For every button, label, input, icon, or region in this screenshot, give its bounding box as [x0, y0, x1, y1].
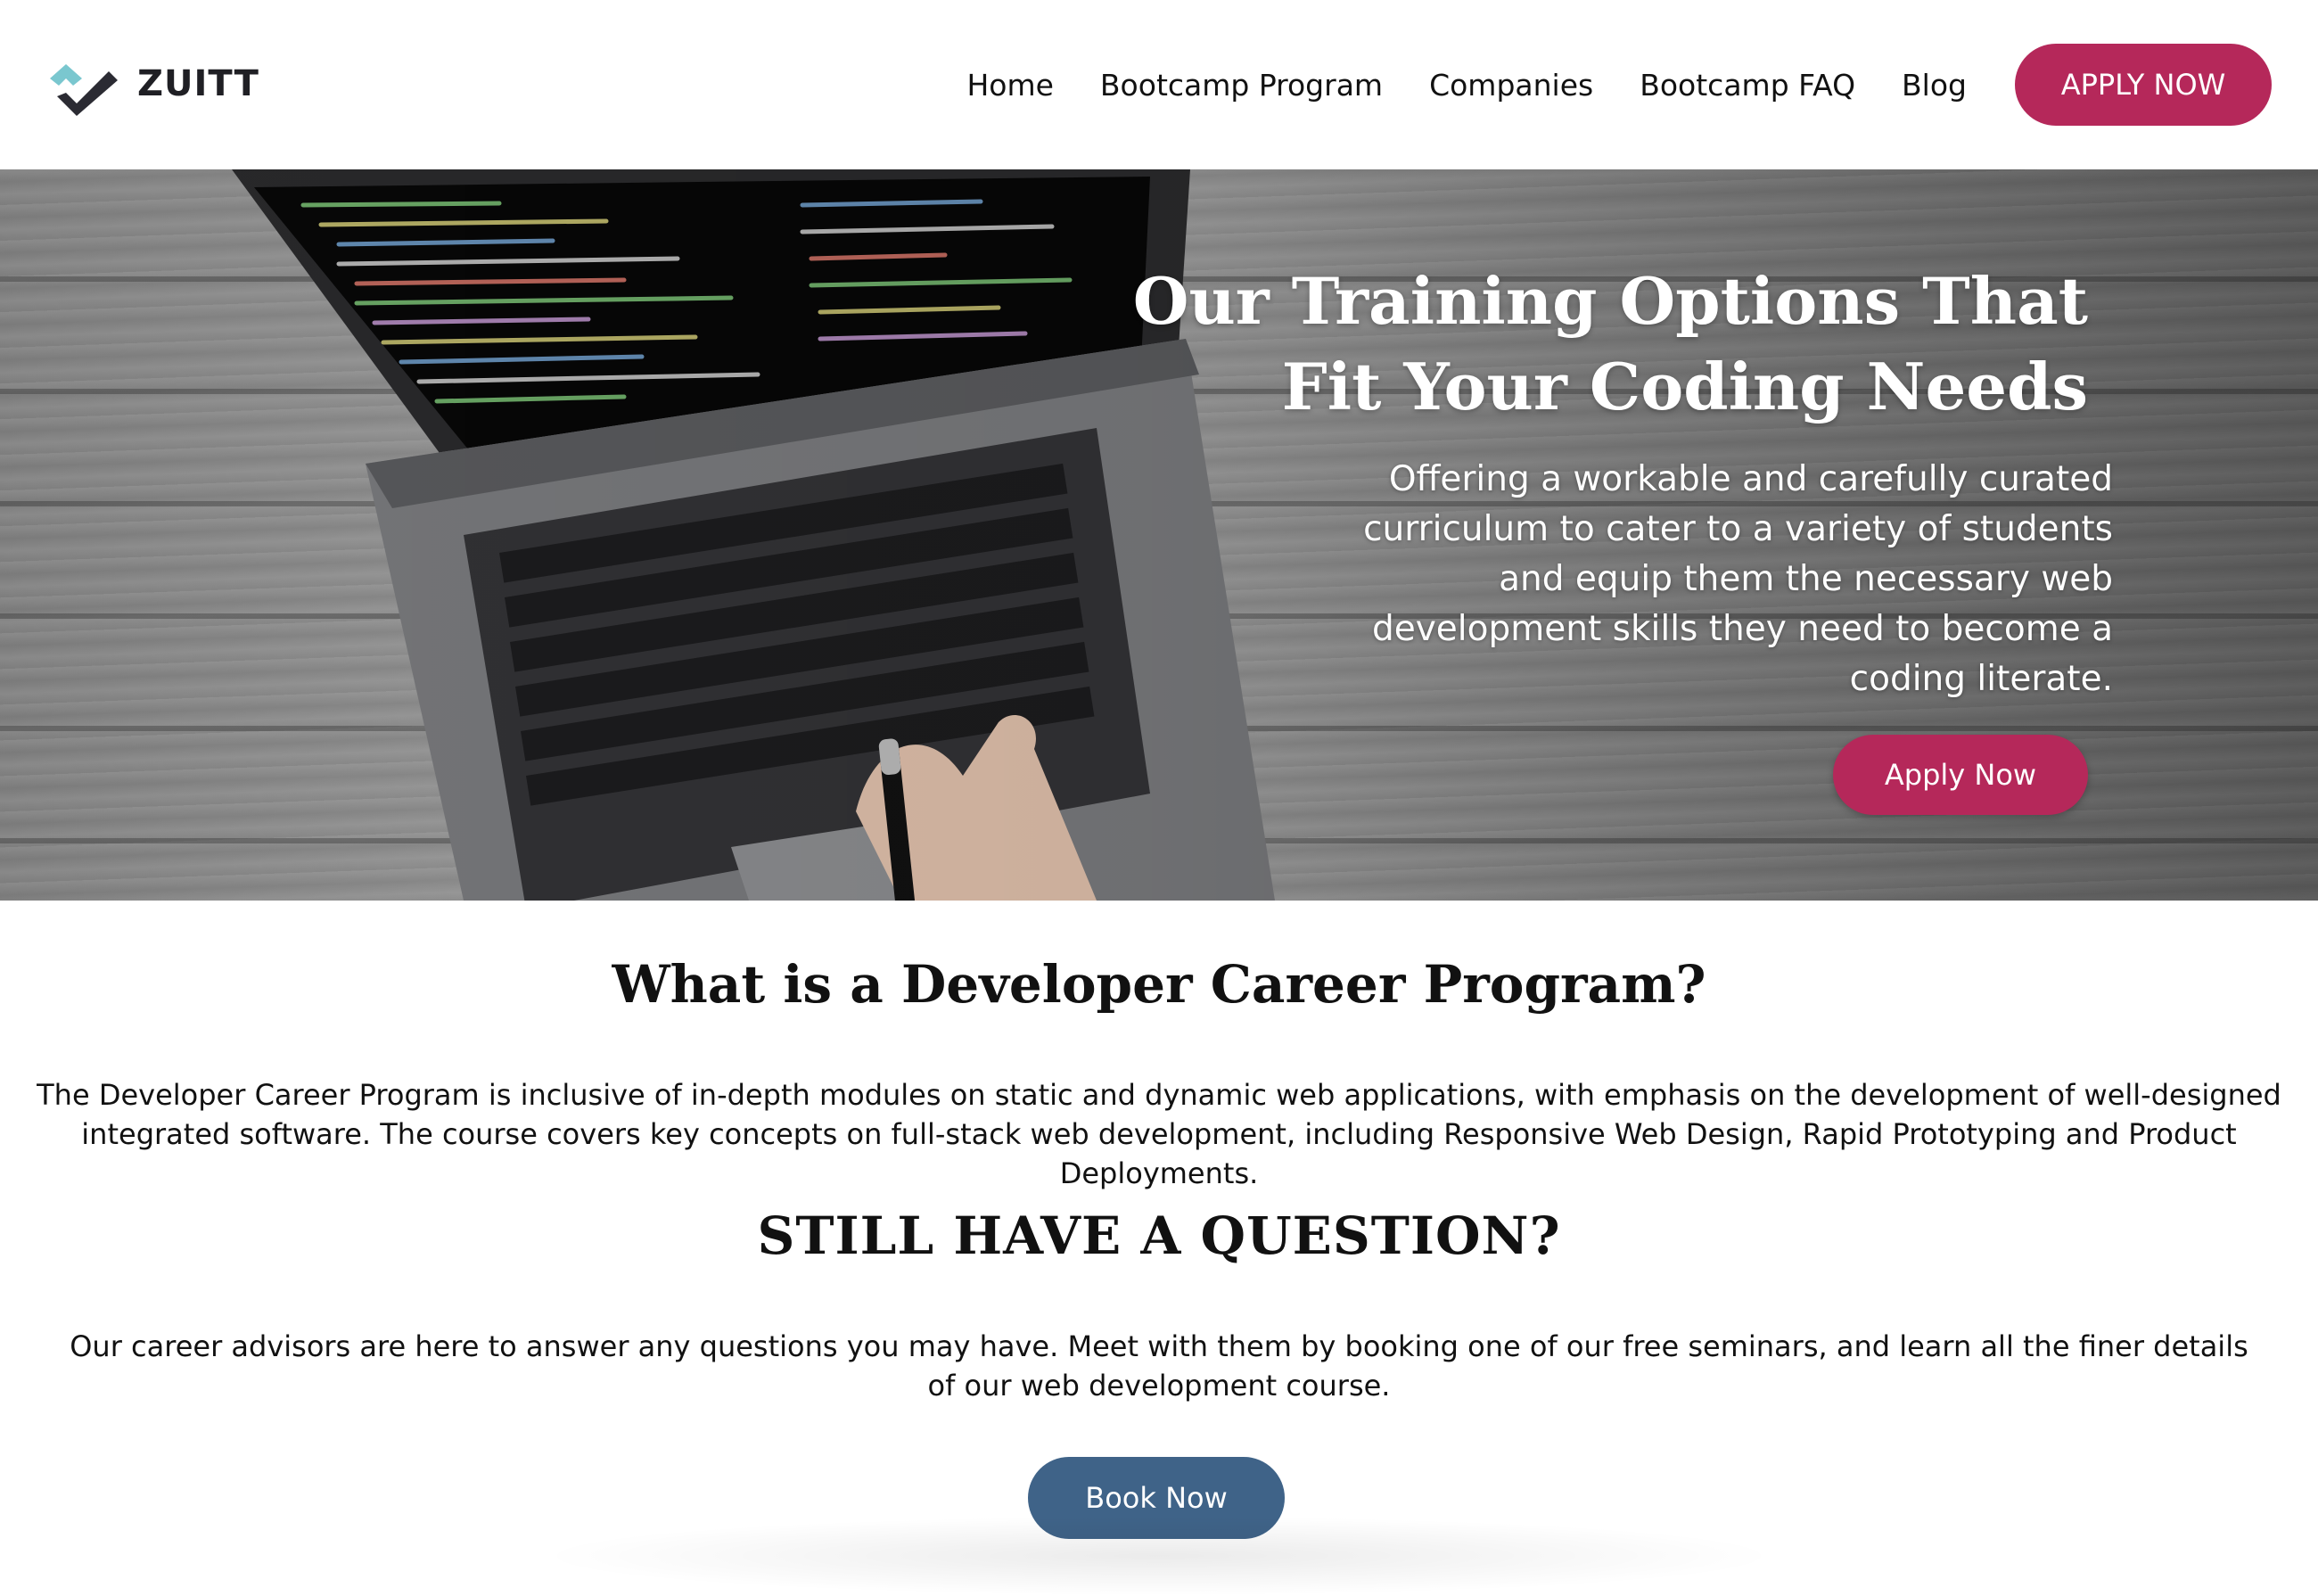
question-description: Our career advisors are here to answer a… [70, 1329, 2248, 1403]
footer-shadow [535, 1516, 1783, 1596]
nav-bootcamp-program[interactable]: Bootcamp Program [1100, 68, 1383, 103]
hero-title: Our Training Options That Fit Your Codin… [1107, 259, 2088, 430]
hero-apply-now-button[interactable]: Apply Now [1833, 735, 2088, 815]
nav-companies[interactable]: Companies [1429, 68, 1593, 103]
program-heading: What is a Developer Career Program? [612, 954, 1706, 1015]
apply-now-button[interactable]: APPLY NOW [2015, 44, 2272, 126]
nav-bootcamp-faq[interactable]: Bootcamp FAQ [1640, 68, 1855, 103]
nav-blog[interactable]: Blog [1902, 68, 1967, 103]
hero-title-line-1: Our Training Options That [1132, 263, 2088, 339]
hero-title-line-2: Fit Your Coding Needs [1281, 349, 2088, 424]
question-heading: STILL HAVE A QUESTION? [757, 1205, 1561, 1266]
hero-subtitle: Offering a workable and carefully curate… [1363, 459, 2113, 699]
main-nav: Home Bootcamp Program Companies Bootcamp… [966, 0, 2318, 169]
nav-home[interactable]: Home [966, 68, 1053, 103]
zuitt-logo[interactable]: ZUITT [46, 52, 259, 116]
site-header: ZUITT Home Bootcamp Program Companies Bo… [0, 0, 2318, 169]
hero-banner: Our Training Options That Fit Your Codin… [0, 169, 2318, 901]
logo-text: ZUITT [137, 63, 259, 104]
zuitt-logo-icon [50, 64, 118, 116]
program-description: The Developer Career Program is inclusiv… [37, 1078, 2281, 1190]
